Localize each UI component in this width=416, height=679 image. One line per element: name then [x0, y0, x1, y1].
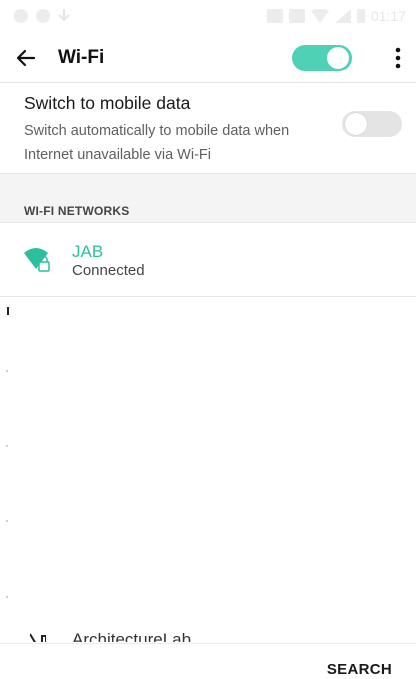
cell-signal-icon: [334, 9, 351, 23]
network-name: JAB: [72, 242, 104, 261]
scroll-artifact: [6, 596, 8, 598]
network-status: Connected: [72, 262, 145, 279]
wifi-locked-icon: [24, 248, 50, 272]
network-item-partial[interactable]: ArchitectureLab: [0, 624, 416, 644]
download-icon: [58, 9, 70, 22]
network-item-clip: ArchitectureLab: [0, 624, 416, 642]
search-button[interactable]: SEARCH: [327, 661, 392, 678]
network-name: ArchitectureLab: [72, 630, 192, 642]
toggle-knob: [327, 47, 349, 69]
app-bar: Wi-Fi: [0, 34, 416, 83]
back-arrow-icon[interactable]: [12, 44, 40, 72]
bottom-bar: SEARCH: [0, 643, 416, 679]
sim-icon: [266, 9, 283, 23]
status-bar: 01:17: [0, 0, 416, 34]
section-label: WI-FI NETWORKS: [24, 204, 130, 218]
status-notifications: [14, 9, 70, 23]
scroll-artifact: [7, 307, 9, 315]
wifi-locked-icon: [30, 633, 46, 642]
alarm-icon: [288, 9, 305, 23]
notification-icon: [14, 9, 28, 23]
more-vert-icon[interactable]: [386, 40, 410, 76]
mobile-data-summary: Switch automatically to mobile data when…: [24, 123, 290, 163]
notification-icon: [36, 9, 50, 23]
mobile-data-toggle[interactable]: [342, 111, 402, 137]
toggle-knob: [345, 113, 367, 135]
wifi-networks-header: WI-FI NETWORKS: [0, 173, 416, 223]
mobile-data-title: Switch to mobile data: [24, 93, 191, 113]
network-item-jab[interactable]: JAB Connected: [0, 222, 416, 297]
battery-icon: [356, 9, 365, 23]
scroll-artifact: [6, 520, 8, 522]
status-system-icons: 01:17: [266, 8, 406, 24]
scroll-artifact: [6, 370, 8, 372]
scroll-artifact: [6, 445, 8, 447]
page-title: Wi-Fi: [58, 47, 105, 68]
wifi-toggle[interactable]: [292, 45, 352, 71]
status-time: 01:17: [370, 8, 406, 24]
wifi-signal-icon: [310, 9, 329, 23]
